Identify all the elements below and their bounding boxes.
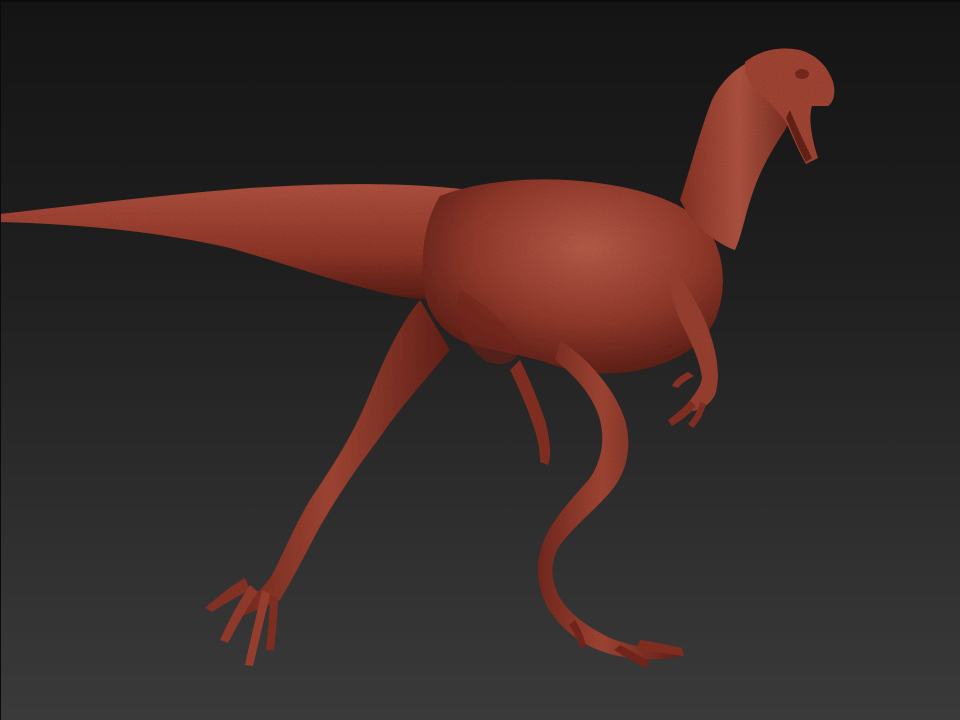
sculpt-render	[0, 48, 835, 668]
3d-viewport[interactable]	[0, 0, 960, 720]
near-hind-leg	[537, 340, 684, 668]
far-arm	[510, 360, 551, 465]
far-hind-leg	[205, 300, 450, 666]
